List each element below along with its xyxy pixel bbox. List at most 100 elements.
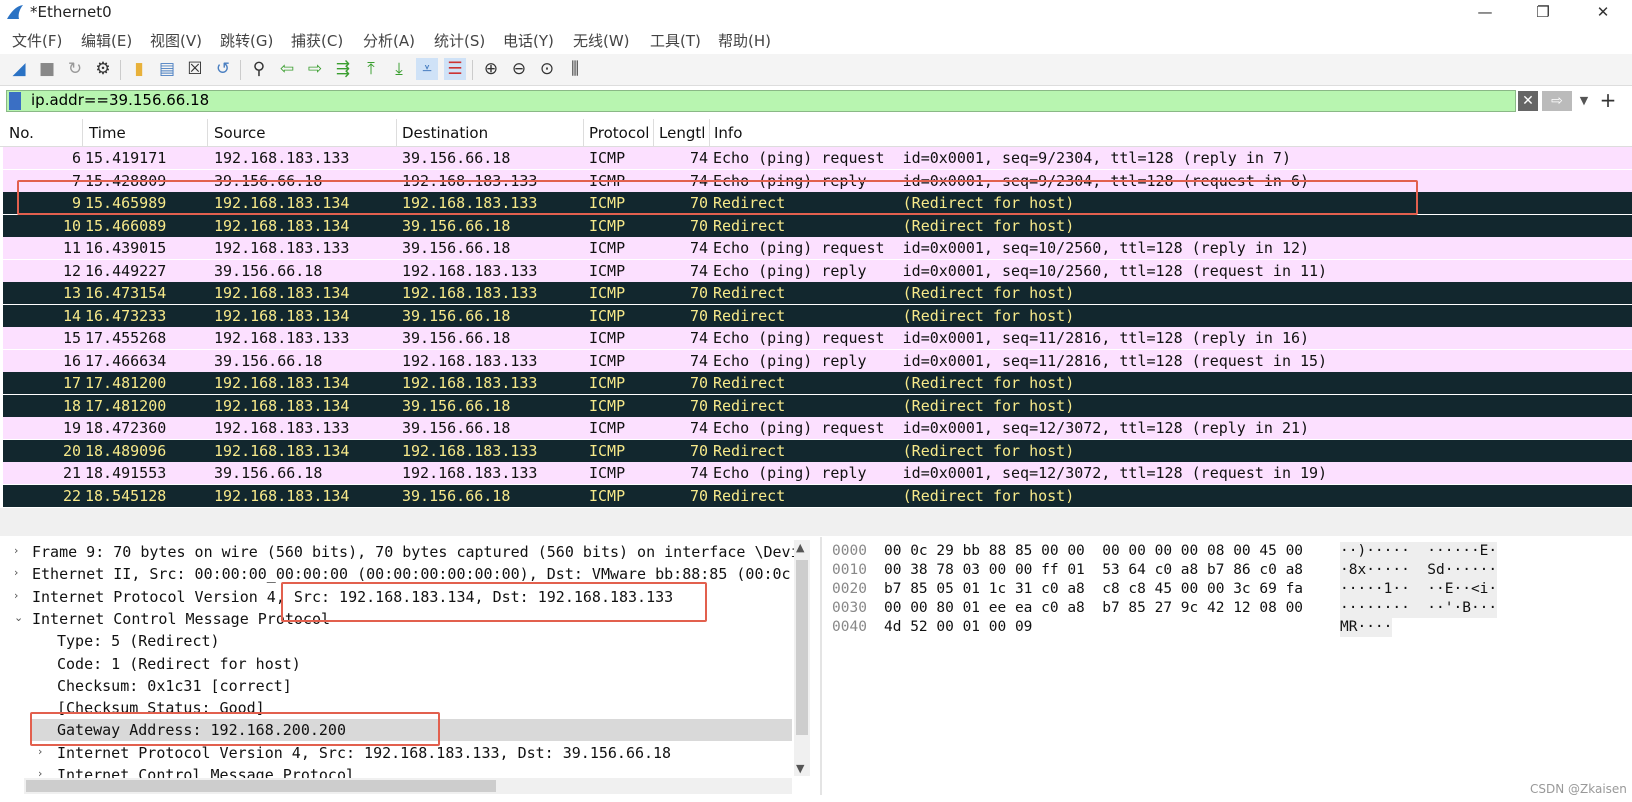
hex-bytes[interactable]: 00 38 78 03 00 00 ff 01 53 64 c0 a8 b7 8…: [884, 561, 1304, 580]
packet-row[interactable]: 11 16.439015 192.168.183.133 39.156.66.18 IC…: [3, 237, 1632, 259]
packet-length: 70: [689, 306, 708, 325]
menu-analyze[interactable]: 分析(A): [363, 30, 415, 51]
hex-bytes[interactable]: 00 0c 29 bb 88 85 00 00 00 00 00 00 08 0…: [884, 542, 1304, 561]
clear-filter-icon[interactable]: ✕: [1518, 91, 1538, 111]
scroll-up-icon[interactable]: ▲: [796, 541, 804, 554]
capture-options-icon[interactable]: ⚙: [92, 58, 114, 80]
first-packet-icon[interactable]: ⤒: [360, 58, 382, 80]
close-file-icon[interactable]: ☒: [184, 58, 206, 80]
bookmark-icon[interactable]: [9, 92, 21, 110]
packet-row[interactable]: 13 16.473154 192.168.183.134 192.168.183.13…: [3, 282, 1632, 304]
menu-wireless[interactable]: 无线(W): [573, 30, 630, 51]
go-to-packet-icon[interactable]: ⇶: [332, 58, 354, 80]
open-file-icon[interactable]: ▮: [128, 58, 150, 80]
packet-time: 18.472360: [85, 419, 167, 437]
filter-history-chevron-down-icon[interactable]: ▼: [1575, 91, 1593, 111]
packet-row[interactable]: 16 17.466634 39.156.66.18 192.168.183.133 IC…: [3, 349, 1632, 372]
packet-row[interactable]: 15 17.455268 192.168.183.133 39.156.66.18 IC…: [3, 327, 1632, 349]
save-file-icon[interactable]: ▤: [156, 58, 178, 80]
chevron-right-icon[interactable]: ›: [38, 745, 42, 758]
menu-go[interactable]: 跳转(G): [220, 30, 273, 51]
colorize-icon[interactable]: ☰: [444, 58, 466, 80]
menu-help[interactable]: 帮助(H): [718, 30, 771, 51]
normal-size-icon[interactable]: ⊙: [536, 58, 558, 80]
hex-bytes[interactable]: b7 85 05 01 1c 31 c0 a8 c8 c8 45 00 00 3…: [884, 580, 1304, 599]
packet-row[interactable]: 10 15.466089 192.168.183.134 39.156.66.18 IC…: [3, 214, 1632, 237]
apply-filter-icon[interactable]: ⇨: [1542, 91, 1572, 111]
detail-line[interactable]: Checksum: 0x1c31 [correct]: [57, 675, 292, 697]
packet-protocol: ICMP: [589, 284, 626, 302]
zoom-in-icon[interactable]: ⊕: [480, 58, 502, 80]
title-bar: *Ethernet0 — ❐ ✕: [0, 0, 1632, 26]
chevron-right-icon[interactable]: ›: [14, 544, 18, 557]
column-header-time[interactable]: Time: [89, 124, 126, 142]
hex-bytes[interactable]: 4d 52 00 01 00 09: [884, 618, 1032, 637]
details-scroll-thumb[interactable]: [796, 560, 808, 735]
packet-row[interactable]: 20 18.489096 192.168.183.134 192.168.183.13…: [3, 439, 1632, 462]
last-packet-icon[interactable]: ⤓: [388, 58, 410, 80]
column-header-protocol[interactable]: Protocol: [589, 124, 649, 142]
column-header-destination[interactable]: Destination: [402, 124, 488, 142]
detail-line[interactable]: Code: 1 (Redirect for host): [57, 653, 301, 675]
display-filter-input[interactable]: [6, 90, 1516, 112]
add-filter-button-icon[interactable]: +: [1598, 88, 1618, 112]
pane-divider[interactable]: [0, 508, 1632, 536]
packet-row[interactable]: 14 16.473233 192.168.183.134 39.156.66.18 IC…: [3, 304, 1632, 327]
go-back-icon[interactable]: ⇦: [276, 58, 298, 80]
packet-protocol: ICMP: [589, 261, 626, 280]
menu-capture[interactable]: 捕获(C): [291, 30, 343, 51]
packet-info: Redirect (Redirect for host): [713, 306, 1075, 325]
start-capture-icon[interactable]: ◢: [8, 58, 30, 80]
hex-bytes[interactable]: 00 00 80 01 ee ea c0 a8 b7 85 27 9c 42 1…: [884, 599, 1304, 618]
packet-source: 192.168.183.134: [214, 441, 350, 460]
detail-line[interactable]: Type: 5 (Redirect): [57, 630, 220, 652]
packet-length: 70: [689, 396, 708, 415]
scroll-down-icon[interactable]: ▼: [796, 762, 804, 775]
column-header-source[interactable]: Source: [214, 124, 266, 142]
hex-ascii[interactable]: ··)····· ······E·: [1340, 542, 1498, 561]
packet-row[interactable]: 17 17.481200 192.168.183.134 192.168.183.13…: [3, 372, 1632, 394]
hex-ascii[interactable]: ·8x····· Sd······: [1340, 561, 1498, 580]
menu-statistics[interactable]: 统计(S): [434, 30, 485, 51]
packet-length: 70: [689, 486, 708, 505]
packet-row[interactable]: 18 17.481200 192.168.183.134 39.156.66.18 IC…: [3, 394, 1632, 417]
reload-file-icon[interactable]: ↺: [212, 58, 234, 80]
find-packet-icon[interactable]: ⚲: [248, 58, 270, 80]
hex-ascii[interactable]: ········ ··'·B···: [1340, 599, 1498, 618]
packet-destination: 39.156.66.18: [402, 216, 511, 235]
detail-line[interactable]: Frame 9: 70 bytes on wire (560 bits), 70…: [32, 541, 800, 563]
menu-telephony[interactable]: 电话(Y): [503, 30, 554, 51]
auto-scroll-icon[interactable]: ⩡: [416, 58, 438, 80]
column-header-no[interactable]: No.: [9, 124, 34, 142]
menu-file[interactable]: 文件(F): [12, 30, 62, 51]
menu-view[interactable]: 视图(V): [150, 30, 202, 51]
zoom-out-icon[interactable]: ⊖: [508, 58, 530, 80]
packet-row[interactable]: 6 15.419171 192.168.183.133 39.156.66.18 ICM…: [3, 147, 1632, 169]
column-header-length[interactable]: Lengtl: [659, 124, 705, 142]
packet-destination: 39.156.66.18: [402, 486, 511, 505]
menu-edit[interactable]: 编辑(E): [81, 30, 132, 51]
restart-capture-icon[interactable]: ↻: [64, 58, 86, 80]
packet-row[interactable]: 22 18.545128 192.168.183.134 39.156.66.18 IC…: [3, 484, 1632, 507]
chevron-right-icon[interactable]: ›: [14, 589, 18, 602]
column-header-info[interactable]: Info: [714, 124, 742, 142]
packet-source: 192.168.183.134: [214, 486, 350, 505]
details-hscroll-thumb[interactable]: [26, 780, 496, 792]
packet-time: 15.419171: [85, 149, 167, 167]
minimize-button[interactable]: —: [1462, 0, 1508, 26]
resize-columns-icon[interactable]: ⫼: [564, 58, 586, 80]
close-button[interactable]: ✕: [1580, 0, 1626, 26]
packet-info: Redirect (Redirect for host): [713, 441, 1075, 460]
maximize-button[interactable]: ❐: [1520, 0, 1566, 26]
stop-capture-icon[interactable]: ■: [36, 58, 58, 80]
chevron-down-icon[interactable]: ⌄: [14, 611, 23, 624]
go-forward-icon[interactable]: ⇨: [304, 58, 326, 80]
hex-ascii[interactable]: ·····1·· ··E··<i·: [1340, 580, 1498, 599]
hex-ascii[interactable]: MR····: [1340, 618, 1393, 637]
packet-row[interactable]: 21 18.491553 39.156.66.18 192.168.183.133 IC…: [3, 462, 1632, 484]
packet-row[interactable]: 19 18.472360 192.168.183.133 39.156.66.18 IC…: [3, 417, 1632, 439]
chevron-right-icon[interactable]: ›: [14, 566, 18, 579]
packet-protocol: ICMP: [589, 306, 626, 325]
packet-row[interactable]: 12 16.449227 39.156.66.18 192.168.183.133 IC…: [3, 259, 1632, 282]
menu-tools[interactable]: 工具(T): [650, 30, 701, 51]
